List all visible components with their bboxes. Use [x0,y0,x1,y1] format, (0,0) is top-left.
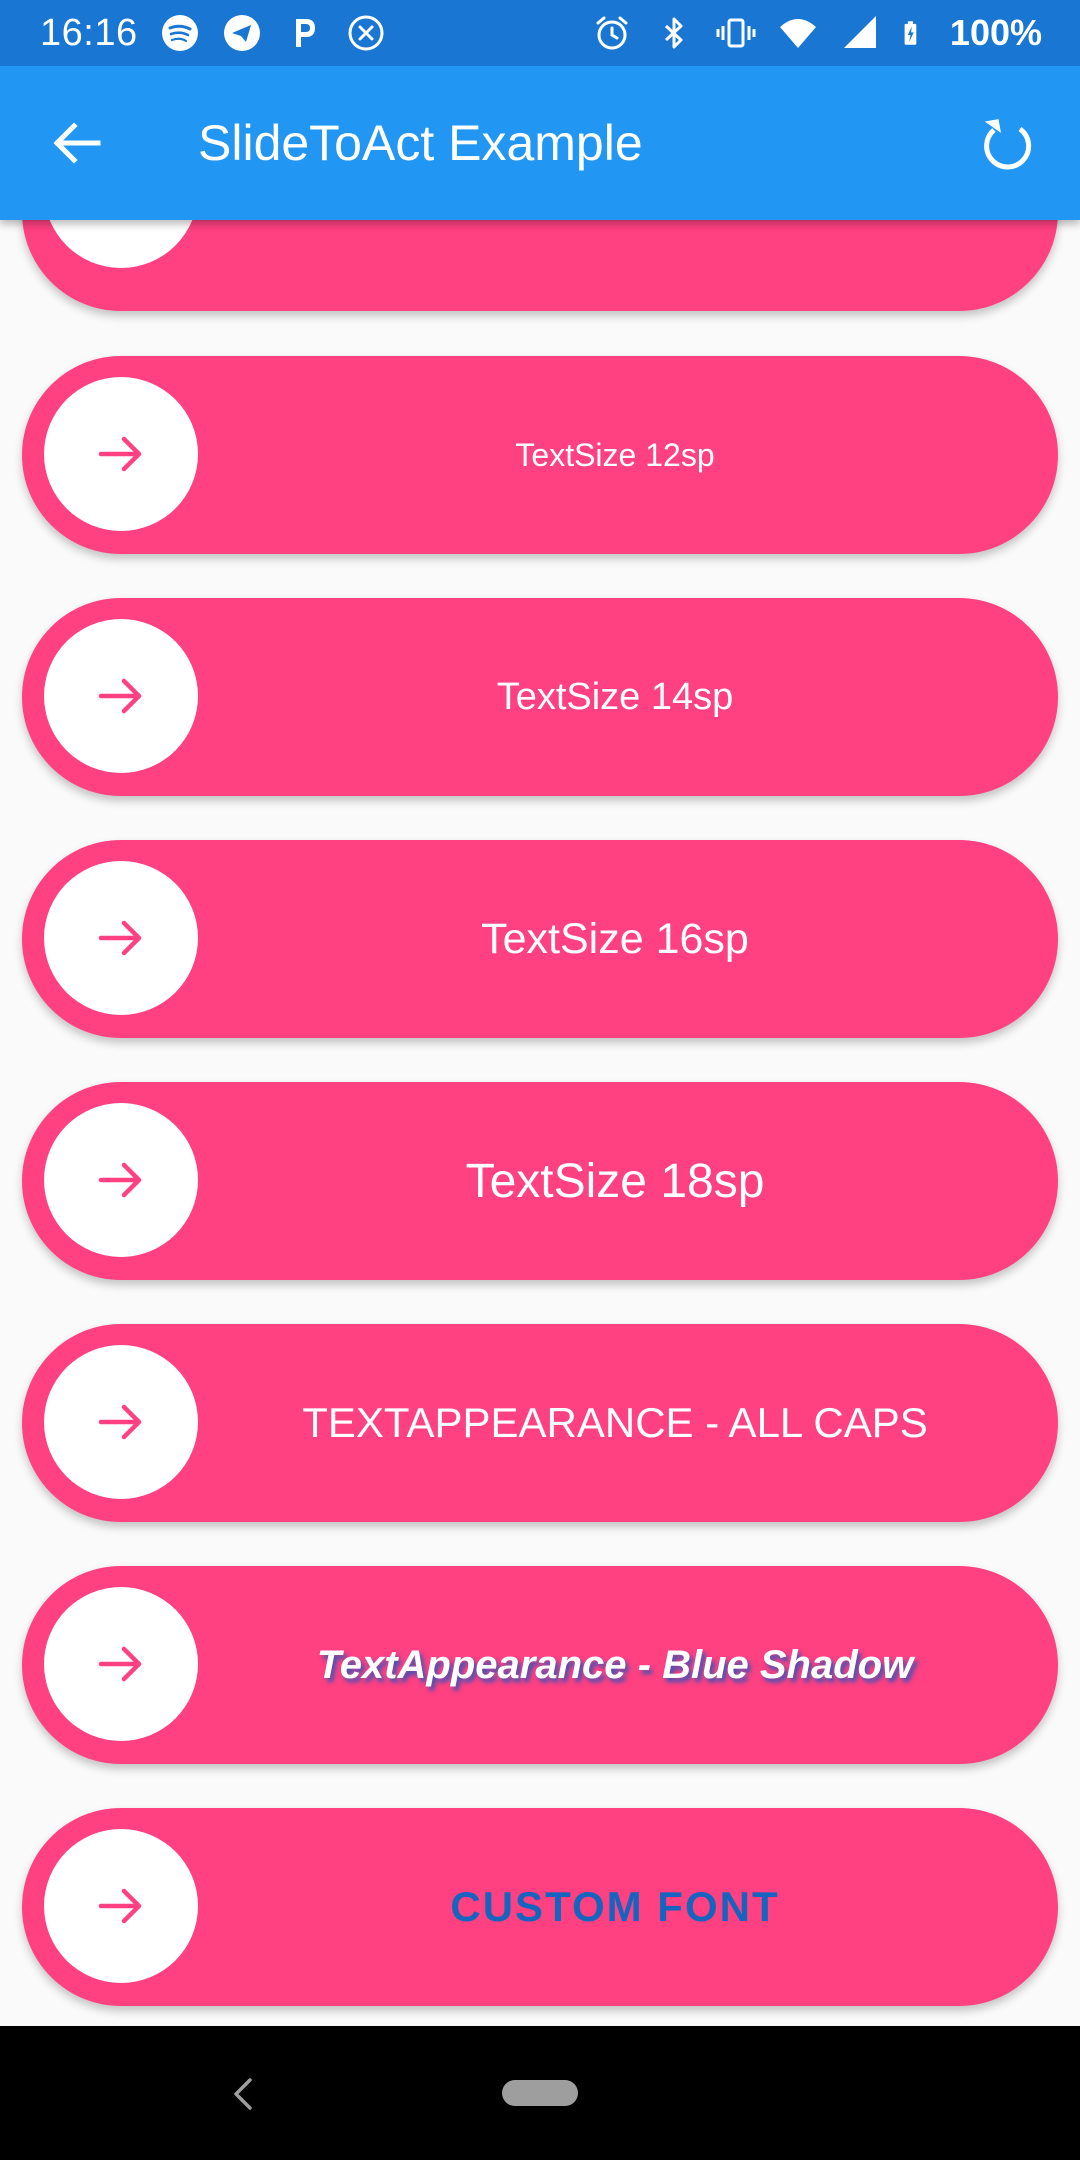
arrow-right-icon [98,436,142,472]
refresh-icon[interactable] [972,110,1040,178]
telegram-icon [223,15,260,51]
app-bar: SlideToAct Example [0,66,1080,220]
parking-icon [295,19,315,47]
slider-knob[interactable] [44,619,198,773]
arrow-back-icon[interactable] [44,109,112,177]
slider-label: TEXTAPPEARANCE - ALL CAPS [302,1399,928,1446]
arrow-right-icon [98,678,142,714]
slide-to-act-blue-shadow[interactable]: TextAppearance - Blue Shadow [22,1566,1058,1764]
vibrate-icon [716,18,756,48]
slide-to-act-textsize-16sp[interactable]: TextSize 16sp [22,840,1058,1038]
slider-list[interactable]: TextStyle Italic TextSize 12sp TextSize … [0,0,1080,2026]
battery-percent: 100% [949,12,1042,53]
slider-knob[interactable] [44,377,198,531]
navigation-bar [0,2026,1080,2160]
slide-to-act-textsize-18sp[interactable]: TextSize 18sp [22,1082,1058,1280]
slide-to-act-custom-font[interactable]: CUSTOM FONT [22,1808,1058,2006]
page-title: SlideToAct Example [198,115,643,171]
slide-to-act-textsize-14sp[interactable]: TextSize 14sp [22,598,1058,796]
slider-knob[interactable] [44,1587,198,1741]
signal-icon [843,16,876,48]
slider-label: TextSize 14sp [496,675,734,718]
arrow-right-icon [98,1404,142,1440]
nav-home-pill-icon[interactable] [502,2080,578,2106]
slider-label: CUSTOM FONT [450,1883,780,1930]
slider-label: TextSize 16sp [481,914,749,963]
arrow-right-icon [98,1888,142,1924]
slide-to-act-textsize-12sp[interactable]: TextSize 12sp [22,356,1058,554]
spotify-icon [161,15,198,51]
nav-back-icon[interactable] [222,2072,266,2116]
wifi-icon [779,19,816,48]
status-bar: 16:16 100% [0,0,1080,66]
slider-knob[interactable] [44,1829,198,1983]
arrow-right-icon [98,1162,142,1198]
status-time: 16:16 [40,11,138,54]
slider-knob[interactable] [44,1345,198,1499]
arrow-right-icon [98,1646,142,1682]
slider-knob[interactable] [44,861,198,1015]
battery-charging-icon [904,21,917,45]
slide-to-act-all-caps[interactable]: TEXTAPPEARANCE - ALL CAPS [22,1324,1058,1522]
close-circle-icon [348,15,384,51]
slider-label: TextSize 12sp [515,436,715,473]
slider-label: TextSize 18sp [465,1154,765,1208]
slider-knob[interactable] [44,1103,198,1257]
bluetooth-icon [664,17,683,49]
alarm-icon [596,16,628,50]
arrow-right-icon [98,920,142,956]
slider-label: TextAppearance - Blue Shadow [316,1642,914,1687]
